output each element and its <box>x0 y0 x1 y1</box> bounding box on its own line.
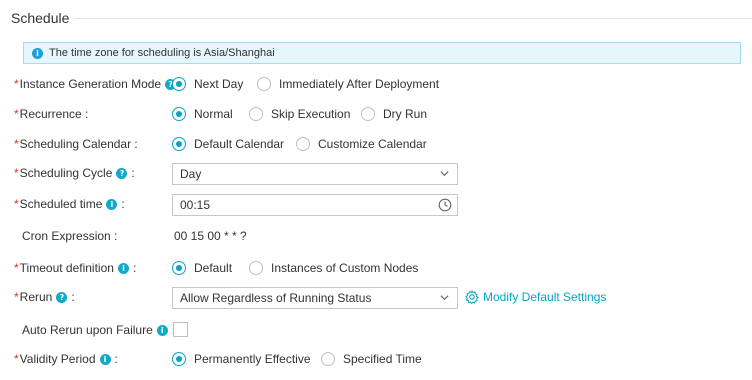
timeout-definition-label: * Timeout definition i : <box>14 261 137 275</box>
scheduled-time-row: * Scheduled time i : 00:15 <box>0 194 752 216</box>
validity-period-row: * Validity Period i : Permanently Effect… <box>0 349 752 371</box>
required-mark: * <box>14 166 19 180</box>
section-title: Schedule <box>11 10 70 26</box>
help-icon[interactable]: ? <box>56 291 68 303</box>
radio-timeout-default[interactable]: Default <box>172 261 232 275</box>
required-mark: * <box>14 290 19 304</box>
radio-unchecked-icon <box>296 137 310 151</box>
radio-instances-of-custom-nodes[interactable]: Instances of Custom Nodes <box>249 261 418 275</box>
cron-expression-row: Cron Expression : 00 15 00 * * ? <box>0 226 752 248</box>
chevron-down-icon <box>440 171 449 177</box>
instance-generation-row: * Instance Generation Mode ? Next Day Im… <box>0 74 752 96</box>
radio-next-day[interactable]: Next Day <box>172 77 243 91</box>
required-mark: * <box>14 261 19 275</box>
section-divider <box>74 18 752 19</box>
chevron-down-icon <box>440 295 449 301</box>
rerun-row: * Rerun ? : Allow Regardless of Running … <box>0 287 752 309</box>
scheduling-calendar-row: * Scheduling Calendar : Default Calendar… <box>0 134 752 156</box>
schedule-section-header: Schedule <box>0 0 752 38</box>
rerun-label: * Rerun ? : <box>14 290 75 304</box>
info-icon[interactable]: i <box>106 198 118 210</box>
required-mark: * <box>14 77 19 91</box>
radio-checked-icon <box>172 352 186 366</box>
required-mark: * <box>14 352 19 366</box>
radio-checked-icon <box>172 107 186 121</box>
rerun-select[interactable]: Allow Regardless of Running Status <box>172 287 458 309</box>
radio-unchecked-icon <box>249 107 263 121</box>
scheduling-cycle-label: * Scheduling Cycle ? : <box>14 166 135 180</box>
info-icon[interactable]: i <box>156 324 168 336</box>
clock-icon[interactable] <box>438 198 452 212</box>
instance-generation-label: * Instance Generation Mode ? <box>14 77 177 91</box>
scheduled-time-input[interactable]: 00:15 <box>172 194 458 216</box>
auto-rerun-row: Auto Rerun upon Failure i : <box>0 320 752 342</box>
modify-default-settings-link[interactable]: Modify Default Settings <box>465 290 606 304</box>
radio-unchecked-icon <box>361 107 375 121</box>
auto-rerun-checkbox[interactable] <box>173 322 188 337</box>
timeout-definition-row: * Timeout definition i : Default Instanc… <box>0 258 752 280</box>
auto-rerun-label: Auto Rerun upon Failure i : <box>22 323 175 337</box>
radio-specified-time[interactable]: Specified Time <box>321 352 422 366</box>
scheduling-cycle-select[interactable]: Day <box>172 163 458 185</box>
radio-checked-icon <box>172 137 186 151</box>
radio-normal[interactable]: Normal <box>172 107 233 121</box>
radio-unchecked-icon <box>249 261 263 275</box>
recurrence-row: * Recurrence : Normal Skip Execution Dry… <box>0 104 752 126</box>
timezone-notice: i The time zone for scheduling is Asia/S… <box>23 42 741 64</box>
info-icon: i <box>32 47 43 59</box>
radio-dry-run[interactable]: Dry Run <box>361 107 427 121</box>
scheduled-time-label: * Scheduled time i : <box>14 197 125 211</box>
gear-icon <box>465 290 479 304</box>
recurrence-label: * Recurrence : <box>14 107 89 121</box>
timezone-notice-text: The time zone for scheduling is Asia/Sha… <box>49 47 275 59</box>
required-mark: * <box>14 197 19 211</box>
radio-permanently-effective[interactable]: Permanently Effective <box>172 352 311 366</box>
radio-skip-execution[interactable]: Skip Execution <box>249 107 350 121</box>
info-icon[interactable]: i <box>99 353 111 365</box>
info-icon[interactable]: i <box>117 262 129 274</box>
required-mark: * <box>14 137 19 151</box>
required-mark: * <box>14 107 19 121</box>
radio-default-calendar[interactable]: Default Calendar <box>172 137 284 151</box>
radio-checked-icon <box>172 261 186 275</box>
scheduling-calendar-label: * Scheduling Calendar : <box>14 137 138 151</box>
scheduling-cycle-row: * Scheduling Cycle ? : Day <box>0 163 752 185</box>
radio-customize-calendar[interactable]: Customize Calendar <box>296 137 427 151</box>
radio-immediately-after-deployment[interactable]: Immediately After Deployment <box>257 77 439 91</box>
radio-unchecked-icon <box>257 77 271 91</box>
radio-unchecked-icon <box>321 352 335 366</box>
validity-period-label: * Validity Period i : <box>14 352 118 366</box>
radio-checked-icon <box>172 77 186 91</box>
help-icon[interactable]: ? <box>116 167 128 179</box>
cron-expression-label: Cron Expression : <box>22 229 118 243</box>
cron-expression-value: 00 15 00 * * ? <box>174 229 247 243</box>
